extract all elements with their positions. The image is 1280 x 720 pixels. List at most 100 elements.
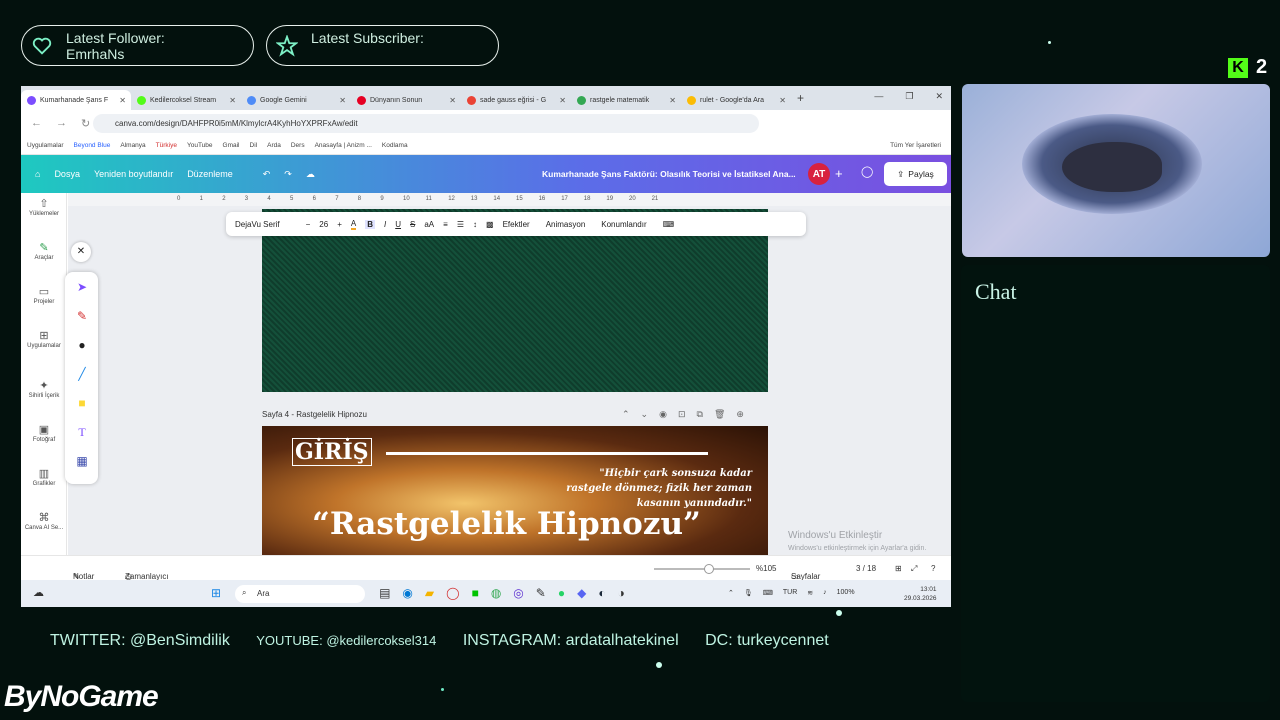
edge-icon[interactable]: ◉: [402, 586, 412, 600]
align-icon[interactable]: ≡: [443, 220, 448, 229]
rail-graphics[interactable]: ▥ Grafikler: [21, 467, 67, 487]
fullscreen-icon[interactable]: ⤢: [911, 564, 917, 574]
reload-icon[interactable]: ↻: [81, 117, 90, 130]
lock-icon[interactable]: ⊡: [678, 409, 697, 419]
cloud-save-icon[interactable]: ☁: [306, 169, 315, 180]
chevron-down-icon[interactable]: ⌄: [641, 409, 660, 419]
table-icon[interactable]: ▦: [73, 452, 91, 470]
zoom-slider-knob[interactable]: [704, 564, 714, 574]
tab[interactable]: Kedilercoksel Stream ✕: [131, 90, 241, 110]
shapes-icon[interactable]: ●: [73, 336, 91, 354]
tab[interactable]: rastgele matematik ✕: [571, 90, 681, 110]
italic-button[interactable]: I: [384, 220, 386, 229]
paint-format-icon[interactable]: ⌨: [663, 220, 675, 229]
rail-tools[interactable]: ✎ Araçlar: [21, 241, 67, 261]
bookmark-item[interactable]: Almanya: [120, 142, 145, 149]
bookmark-item[interactable]: YouTube: [187, 142, 213, 149]
text-color-icon[interactable]: A: [350, 219, 357, 230]
bookmark-item[interactable]: Anasayfa | Anizm ...: [315, 142, 372, 149]
doc-title[interactable]: Kumarhanade Şans Faktörü: Olasılık Teori…: [542, 169, 796, 179]
back-icon[interactable]: ←: [31, 117, 42, 130]
menu-edit[interactable]: Düzenleme: [187, 169, 233, 179]
bookmark-item[interactable]: Gmail: [223, 142, 240, 149]
bookmark-item[interactable]: Kodlama: [382, 142, 408, 149]
taskbar-search[interactable]: ⌕ Ara: [235, 585, 365, 603]
effects-button[interactable]: Efektler: [503, 220, 530, 229]
pen-tool-icon[interactable]: ✎: [536, 586, 546, 600]
chrome-icon[interactable]: ◍: [491, 586, 501, 600]
bookmark-item[interactable]: Ders: [291, 142, 305, 149]
close-icon[interactable]: ✕: [449, 96, 456, 105]
maximize-icon[interactable]: ❐: [905, 91, 913, 102]
redo-icon[interactable]: ↷: [284, 169, 292, 180]
add-page-icon[interactable]: ⊕: [736, 409, 755, 419]
sticky-note-icon[interactable]: ■: [73, 394, 91, 412]
chevron-up-icon[interactable]: ⌃: [622, 409, 641, 419]
bookmark-item[interactable]: Dil: [250, 142, 258, 149]
slide-title[interactable]: “Rastgelelik Hipnozu”: [312, 506, 701, 542]
bold-button[interactable]: B: [365, 219, 375, 229]
close-icon[interactable]: ✕: [559, 96, 566, 105]
share-button[interactable]: ⇪ Paylaş: [884, 162, 947, 186]
folder-icon[interactable]: ▰: [425, 586, 434, 600]
eye-icon[interactable]: ◉: [659, 409, 678, 419]
help-icon[interactable]: ?: [931, 564, 935, 573]
decrease-size-button[interactable]: −: [306, 220, 311, 229]
strikethrough-button[interactable]: S: [410, 220, 415, 229]
slide-page-3[interactable]: [262, 209, 768, 392]
duplicate-icon[interactable]: ⧉: [697, 409, 714, 419]
close-window-icon[interactable]: ✕: [935, 91, 943, 102]
opera-icon[interactable]: ◯: [446, 586, 459, 600]
tab[interactable]: rulet - Google'da Ara ✕: [681, 90, 791, 110]
tab[interactable]: sade gauss eğrisi - G ✕: [461, 90, 571, 110]
keyboard-icon[interactable]: ⌨: [763, 589, 773, 597]
add-collaborator-button[interactable]: +: [835, 166, 843, 181]
tab[interactable]: Google Gemini ✕: [241, 90, 351, 110]
font-size-input[interactable]: 26: [319, 220, 328, 229]
font-select[interactable]: DejaVu Serif: [235, 220, 280, 229]
select-icon[interactable]: ➤: [73, 278, 91, 296]
zoom-level[interactable]: %105: [756, 564, 776, 573]
forward-icon[interactable]: →: [56, 117, 67, 130]
obs-icon[interactable]: ◑: [618, 586, 625, 600]
whatsapp-icon[interactable]: ●: [558, 586, 565, 600]
bookmark-item[interactable]: Uygulamalar: [27, 142, 64, 149]
animation-button[interactable]: Animasyon: [546, 220, 586, 229]
taskbar-clock[interactable]: 13:01 29.03.2026: [904, 585, 937, 603]
close-panel-button[interactable]: ✕: [71, 242, 91, 262]
bookmark-item[interactable]: Arda: [267, 142, 281, 149]
bookmark-item[interactable]: Beyond Blue: [74, 142, 111, 149]
slide-heading[interactable]: GİRİŞ: [292, 438, 372, 466]
weather-icon[interactable]: ☁: [33, 586, 44, 599]
close-icon[interactable]: ✕: [779, 96, 786, 105]
explorer-icon[interactable]: ▤: [379, 586, 390, 600]
list-icon[interactable]: ☰: [457, 220, 464, 229]
close-icon[interactable]: ✕: [119, 96, 126, 105]
rail-canva-ai[interactable]: ⌘ Canva AI Se...: [21, 511, 67, 531]
home-icon[interactable]: ⌂: [35, 169, 40, 179]
line-icon[interactable]: ╱: [73, 365, 91, 383]
minimize-icon[interactable]: —: [874, 91, 883, 102]
menu-resize[interactable]: Yeniden boyutlandır: [94, 169, 173, 179]
text-icon[interactable]: T: [73, 423, 91, 441]
case-button[interactable]: aA: [424, 220, 434, 229]
grid-view-icon[interactable]: ⊞: [895, 564, 902, 573]
transparency-icon[interactable]: ▩: [486, 220, 494, 229]
position-button[interactable]: Konumlandır: [601, 220, 646, 229]
app-icon[interactable]: ◎: [513, 586, 523, 600]
rail-uploads[interactable]: ⇧ Yüklemeler: [21, 197, 67, 217]
zoom-slider[interactable]: [654, 568, 750, 570]
start-icon[interactable]: ⊞: [211, 586, 221, 600]
increase-size-button[interactable]: +: [337, 220, 342, 229]
menu-file[interactable]: Dosya: [54, 169, 80, 179]
language-indicator[interactable]: TUR: [783, 589, 797, 597]
slide-page-4[interactable]: GİRİŞ "Hiçbir çark sonsuza kadar rastgel…: [262, 426, 768, 555]
battery-level[interactable]: 100%: [837, 589, 855, 597]
close-icon[interactable]: ✕: [669, 96, 676, 105]
rail-apps[interactable]: ⊞ Uygulamalar: [21, 329, 67, 349]
line-app-icon[interactable]: ■: [472, 586, 479, 600]
spacing-icon[interactable]: ↕: [473, 220, 477, 229]
chevron-up-icon[interactable]: ⌃: [728, 589, 734, 597]
comment-icon[interactable]: ◯: [861, 165, 873, 178]
discord-icon[interactable]: ◆: [577, 586, 586, 600]
